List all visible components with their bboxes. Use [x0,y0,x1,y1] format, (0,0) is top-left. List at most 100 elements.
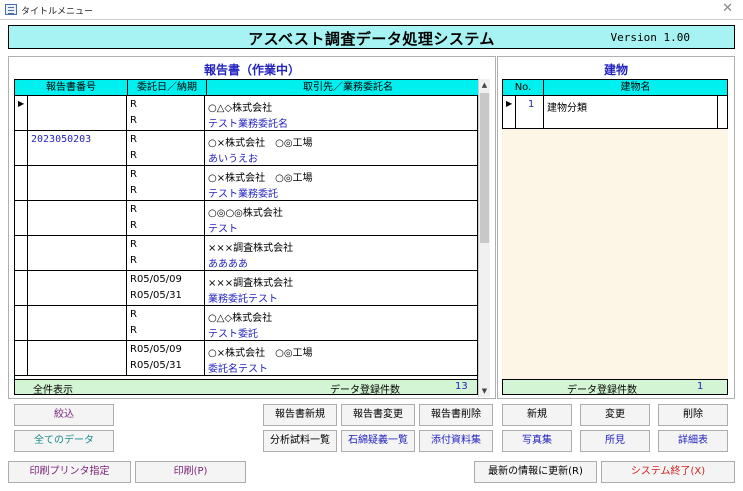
task-name: テスト業務委託名 [208,119,288,130]
record-selector[interactable] [15,271,28,305]
client-name: ○△◇株式会社 [208,313,273,324]
table-row[interactable]: ▶ 1 建物分類 [502,96,728,129]
client-name: ○△◇株式会社 [208,103,273,114]
filter-status: 全件表示 [33,385,73,396]
all-data-button[interactable]: 全てのデータ [14,430,114,452]
column-header-building-no[interactable]: No. [503,80,544,95]
printer-select-button[interactable]: 印刷プリンタ指定 [8,461,131,483]
record-selector[interactable] [15,131,28,165]
reports-grid-header: 報告書番号 委託日／納期 取引先／業務委託名 [14,79,490,96]
client-name: ×××調査株式会社 [208,243,294,254]
column-header-date[interactable]: 委託日／納期 [128,80,207,95]
task-name: ああああ [208,259,248,270]
form-icon [5,4,17,15]
commission-date: R [130,239,137,250]
buildings-footer: データ登録件数 1 [502,379,728,396]
record-selector[interactable] [15,201,28,235]
task-name: テスト委託 [208,329,258,340]
findings-button[interactable]: 所見 [580,430,650,452]
scroll-thumb[interactable] [480,93,489,243]
reports-grid: ▶ RR ○△◇株式会社 テスト業務委託名 2023050203 RR ○×株式会… [14,96,478,380]
task-name: 業務委託テスト [208,294,278,305]
task-name: テスト [208,224,238,235]
table-row[interactable]: RR ○◎○◎株式会社 テスト [15,201,477,236]
due-date: R05/05/31 [130,290,182,301]
due-date: R [130,325,137,336]
task-name: 委託名テスト [208,364,268,375]
client-name: ×××調査株式会社 [208,278,294,289]
close-icon[interactable]: ✕ [722,1,733,16]
commission-date: R05/05/09 [130,274,182,285]
table-row[interactable]: RR ○△◇株式会社 テスト委託 [15,306,477,341]
due-date: R [130,220,137,231]
buildings-grid: ▶ 1 建物分類 [502,96,728,379]
commission-date: R [130,309,137,320]
reports-scrollbar[interactable]: ▲ ▼ [478,79,490,397]
record-selector[interactable] [15,166,28,200]
exit-button[interactable]: システム終了(X) [601,461,735,483]
window-titlebar: タイトルメニュー ✕ [0,0,743,20]
new-building-button[interactable]: 新規 [502,404,572,426]
task-name: あいうえお [208,154,258,165]
table-row[interactable]: RR ○×株式会社 ○◎工場 テスト業務委託 [15,166,477,201]
scroll-down-icon[interactable]: ▼ [479,385,490,397]
attachments-button[interactable]: 添付資料集 [419,430,493,452]
edit-building-button[interactable]: 変更 [580,404,650,426]
sample-list-button[interactable]: 分析試料一覧 [263,430,337,452]
due-date: R [130,150,137,161]
table-row[interactable]: R05/05/09 R05/05/31 ○×株式会社 ○◎工場 委託名テスト [15,341,477,376]
refresh-button[interactable]: 最新の情報に更新(R) [474,461,597,483]
due-date: R05/05/31 [130,360,182,371]
client-name: ○×株式会社 ○◎工場 [208,348,313,359]
buildings-count: 1 [697,381,704,392]
system-header: アスベスト調査データ処理システム Version 1.00 [8,25,735,49]
record-selector[interactable]: ▶ [15,96,28,130]
client-name: ○×株式会社 ○◎工場 [208,173,313,184]
buildings-grid-header: No. 建物名 [502,79,728,96]
column-header-client[interactable]: 取引先／業務委託名 [207,80,489,95]
reports-count-label: データ登録件数 [330,385,400,396]
client-name: ○×株式会社 ○◎工場 [208,138,313,149]
version-label: Version 1.00 [610,31,690,44]
table-row[interactable]: R05/05/09 R05/05/31 ×××調査株式会社 業務委託テスト [15,271,477,306]
task-name: テスト業務委託 [208,189,278,200]
client-name: ○◎○◎株式会社 [208,208,283,219]
table-row[interactable]: 2023050203 RR ○×株式会社 ○◎工場 あいうえお [15,131,477,166]
record-selector[interactable] [15,341,28,375]
reports-count: 13 [455,381,468,392]
new-report-button[interactable]: 報告書新規 [263,404,337,426]
current-record-icon: ▶ [18,99,25,108]
column-header-report-number[interactable]: 報告書番号 [15,80,128,95]
record-selector[interactable] [15,236,28,270]
edit-report-button[interactable]: 報告書変更 [341,404,415,426]
buildings-panel-title: 建物 [603,63,628,77]
due-date: R [130,115,137,126]
column-header-building-name[interactable]: 建物名 [544,80,727,95]
window-title: タイトルメニュー [21,7,94,17]
buildings-count-label: データ登録件数 [567,385,637,396]
delete-building-button[interactable]: 削除 [658,404,728,426]
building-no: 1 [528,99,535,110]
commission-date: R05/05/09 [130,344,182,355]
due-date: R [130,185,137,196]
current-record-icon: ▶ [506,99,513,108]
commission-date: R [130,134,137,145]
asbestos-list-button[interactable]: 石綿疑義一覧 [341,430,415,452]
commission-date: R [130,204,137,215]
reports-footer: 全件表示 データ登録件数 13 [14,379,478,396]
building-name: 建物分類 [547,103,587,114]
photos-button[interactable]: 写真集 [502,430,572,452]
report-number: 2023050203 [31,134,92,145]
commission-date: R [130,169,137,180]
table-row[interactable]: RR ×××調査株式会社 ああああ [15,236,477,271]
table-row[interactable]: ▶ RR ○△◇株式会社テスト業務委託名 [15,96,477,131]
reports-panel-title: 報告書（作業中） [203,63,300,77]
delete-report-button[interactable]: 報告書削除 [419,404,493,426]
commission-date: R [130,99,137,110]
details-button[interactable]: 詳細表 [658,430,728,452]
record-selector[interactable]: ▶ [503,96,516,128]
scroll-up-icon[interactable]: ▲ [479,79,490,91]
narrow-button[interactable]: 絞込 [14,404,114,426]
record-selector[interactable] [15,306,28,340]
print-button[interactable]: 印刷(P) [135,461,246,483]
